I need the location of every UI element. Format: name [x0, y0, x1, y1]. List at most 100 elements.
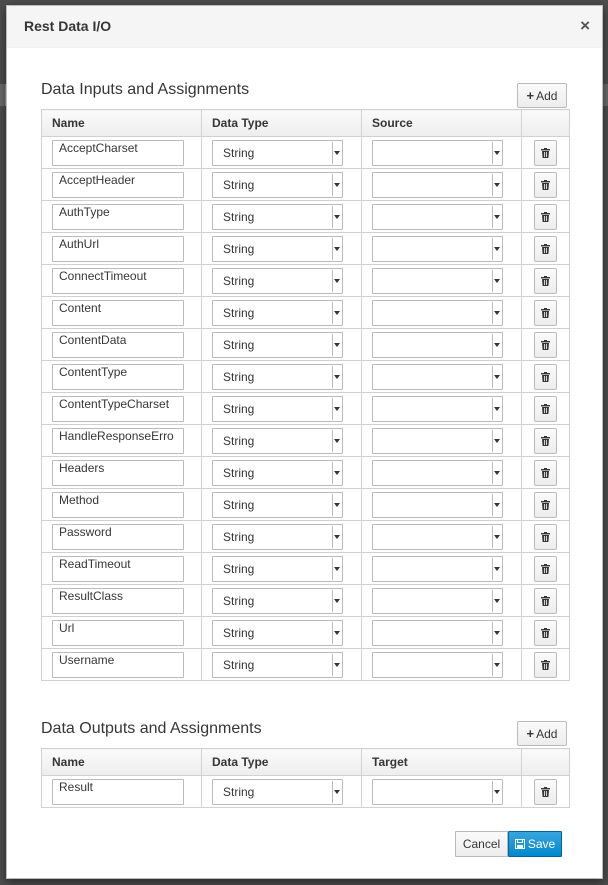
- name-field[interactable]: ContentType: [52, 363, 184, 390]
- name-field[interactable]: AuthType: [52, 203, 184, 230]
- name-field[interactable]: ContentData: [52, 331, 184, 358]
- source-select[interactable]: [372, 459, 503, 486]
- source-select[interactable]: [372, 363, 503, 390]
- data-type-value: String: [223, 625, 255, 640]
- add-output-button[interactable]: + Add: [517, 721, 567, 746]
- delete-row-button[interactable]: [534, 778, 557, 805]
- delete-row-button[interactable]: [534, 331, 557, 358]
- delete-row-button[interactable]: [534, 267, 557, 294]
- caret-down-icon: [332, 589, 341, 612]
- data-type-select[interactable]: String: [212, 235, 343, 262]
- delete-row-button[interactable]: [534, 555, 557, 582]
- data-type-select[interactable]: String: [212, 491, 343, 518]
- add-input-button[interactable]: + Add: [517, 83, 567, 108]
- close-icon[interactable]: ×: [580, 16, 590, 36]
- source-select[interactable]: [372, 395, 503, 422]
- save-button[interactable]: Save: [508, 831, 562, 857]
- name-field[interactable]: Username: [52, 651, 184, 678]
- caret-down-icon: [492, 461, 501, 484]
- delete-row-button[interactable]: [534, 139, 557, 166]
- source-select[interactable]: [372, 203, 503, 230]
- inputs-row: HandleResponseErro String: [41, 424, 570, 457]
- name-field[interactable]: AcceptHeader: [52, 171, 184, 198]
- delete-row-button[interactable]: [534, 427, 557, 454]
- delete-row-button[interactable]: [534, 363, 557, 390]
- delete-row-button[interactable]: [534, 651, 557, 678]
- data-type-select[interactable]: String: [212, 363, 343, 390]
- data-type-value: String: [223, 241, 255, 256]
- inputs-table: Name Data Type Source AcceptCharset Stri…: [41, 109, 570, 681]
- delete-row-button[interactable]: [534, 523, 557, 550]
- trash-icon: [541, 435, 550, 446]
- data-type-value: String: [223, 369, 255, 384]
- source-select[interactable]: [372, 235, 503, 262]
- name-field[interactable]: Headers: [52, 459, 184, 486]
- source-select[interactable]: [372, 523, 503, 550]
- inputs-row: Method String: [41, 488, 570, 521]
- source-select[interactable]: [372, 651, 503, 678]
- inputs-row: ResultClass String: [41, 584, 570, 617]
- data-type-select[interactable]: String: [212, 459, 343, 486]
- data-type-select[interactable]: String: [212, 587, 343, 614]
- delete-row-button[interactable]: [534, 395, 557, 422]
- data-type-select[interactable]: String: [212, 427, 343, 454]
- name-field[interactable]: ConnectTimeout: [52, 267, 184, 294]
- name-field[interactable]: Result: [52, 778, 184, 805]
- delete-row-button[interactable]: [534, 235, 557, 262]
- source-select[interactable]: [372, 587, 503, 614]
- delete-row-button[interactable]: [534, 619, 557, 646]
- data-type-select[interactable]: String: [212, 203, 343, 230]
- data-type-select[interactable]: String: [212, 778, 343, 805]
- source-select[interactable]: [372, 555, 503, 582]
- source-select[interactable]: [372, 139, 503, 166]
- plus-icon: +: [526, 726, 535, 741]
- source-select[interactable]: [372, 331, 503, 358]
- caret-down-icon: [492, 205, 501, 228]
- caret-down-icon: [332, 493, 341, 516]
- name-field[interactable]: Method: [52, 491, 184, 518]
- data-type-select[interactable]: String: [212, 555, 343, 582]
- delete-row-button[interactable]: [534, 459, 557, 486]
- data-type-select[interactable]: String: [212, 619, 343, 646]
- data-type-select[interactable]: String: [212, 139, 343, 166]
- cancel-button[interactable]: Cancel: [455, 831, 508, 857]
- name-field[interactable]: Url: [52, 619, 184, 646]
- source-select[interactable]: [372, 171, 503, 198]
- name-field[interactable]: ContentTypeCharset: [52, 395, 184, 422]
- source-select[interactable]: [372, 427, 503, 454]
- source-select[interactable]: [372, 267, 503, 294]
- data-type-select[interactable]: String: [212, 171, 343, 198]
- data-type-select[interactable]: String: [212, 651, 343, 678]
- outputs-header-name: Name: [41, 748, 202, 776]
- caret-down-icon: [332, 237, 341, 260]
- name-field[interactable]: AuthUrl: [52, 235, 184, 262]
- delete-row-button[interactable]: [534, 203, 557, 230]
- data-type-select[interactable]: String: [212, 299, 343, 326]
- name-field[interactable]: Password: [52, 523, 184, 550]
- name-field[interactable]: Content: [52, 299, 184, 326]
- source-select[interactable]: [372, 619, 503, 646]
- dialog-title: Rest Data I/O: [24, 18, 112, 34]
- data-type-value: String: [223, 273, 255, 288]
- name-field[interactable]: ResultClass: [52, 587, 184, 614]
- delete-row-button[interactable]: [534, 299, 557, 326]
- data-type-value: String: [223, 497, 255, 512]
- data-type-select[interactable]: String: [212, 267, 343, 294]
- target-select[interactable]: [372, 778, 503, 805]
- data-type-select[interactable]: String: [212, 331, 343, 358]
- data-type-value: String: [223, 337, 255, 352]
- delete-row-button[interactable]: [534, 587, 557, 614]
- caret-down-icon: [332, 397, 341, 420]
- source-select[interactable]: [372, 491, 503, 518]
- data-type-select[interactable]: String: [212, 395, 343, 422]
- name-field[interactable]: AcceptCharset: [52, 139, 184, 166]
- caret-down-icon: [492, 141, 501, 164]
- source-select[interactable]: [372, 299, 503, 326]
- data-type-select[interactable]: String: [212, 523, 343, 550]
- trash-icon: [541, 371, 550, 382]
- trash-icon: [541, 211, 550, 222]
- delete-row-button[interactable]: [534, 491, 557, 518]
- name-field[interactable]: ReadTimeout: [52, 555, 184, 582]
- delete-row-button[interactable]: [534, 171, 557, 198]
- name-field[interactable]: HandleResponseErro: [52, 427, 184, 454]
